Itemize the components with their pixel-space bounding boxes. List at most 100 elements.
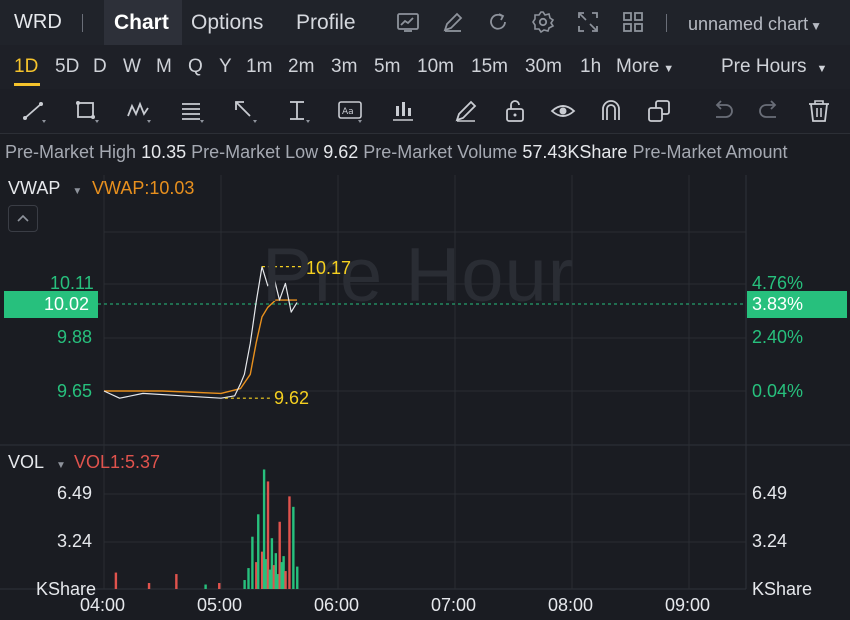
current-price-badge: 10.02 [4,291,98,318]
edit-icon[interactable] [441,10,465,34]
timeframe-1d[interactable]: 1D [14,56,38,78]
low-label: Pre-Market Low [191,142,319,162]
volume-bar [292,506,295,589]
high-label: Pre-Market High [5,142,137,162]
tab-chart-label: Chart [114,11,169,34]
timeframe-q[interactable]: Q [188,56,203,78]
x-axis-label: 07:00 [431,595,477,615]
redo-icon[interactable] [757,98,783,124]
session-label: Pre Hours [721,56,807,77]
volume-value: 57.43KShare [522,142,628,162]
unlock-icon[interactable] [502,98,528,124]
caret-down-icon: ▼ [56,460,66,471]
timeframe-1h[interactable]: 1h [580,56,601,78]
amount-label: Pre-Market Amount [632,142,788,162]
timeframe-30m[interactable]: 30m [525,56,562,78]
text-tool-icon[interactable]: Aa [337,98,363,124]
divider [82,14,83,32]
vol-indicator-toggle[interactable]: VOL ▼ [8,452,66,473]
chart-name-label: unnamed chart [688,14,809,34]
pen-icon[interactable] [453,98,479,124]
high-marker-label: 10.17 [306,258,352,278]
pct-axis-label-right: 2.40% [752,327,804,347]
chart-name-dropdown[interactable]: unnamed chart ▼ [688,14,822,35]
tab-profile[interactable]: Profile [296,11,356,35]
x-axis-label: 04:00 [80,595,126,615]
pattern-tool-icon[interactable] [126,98,152,124]
timeframe-2m[interactable]: 2m [288,56,314,78]
fibonacci-tool-icon[interactable] [179,98,205,124]
x-axis-label: 08:00 [548,595,594,615]
more-label: More [616,56,660,77]
rectangle-tool-icon[interactable] [74,98,100,124]
price-axis-label-left: 9.88 [57,327,93,347]
volume-bar [296,566,299,589]
volume-bar [288,496,291,589]
caret-down-icon: ▼ [663,63,675,75]
timeframe-d[interactable]: D [93,56,107,78]
current-price-value: 10.02 [44,294,90,314]
low-value: 9.62 [323,142,359,162]
session-dropdown[interactable]: Pre Hours ▼ [721,56,827,78]
eye-icon[interactable] [550,98,576,124]
current-pct-badge: 3.83% [747,291,847,318]
active-timeframe-indicator [14,83,40,86]
vol-indicator-name: VOL [8,452,45,472]
vol-axis-label-left: 3.24 [57,531,93,551]
volume-bar [114,572,118,589]
volume-bar [147,583,151,589]
vol-value: VOL1:5.37 [74,452,161,472]
gear-icon[interactable] [531,10,555,34]
arrow-tool-icon[interactable] [232,98,258,124]
chevron-up-icon [17,214,29,222]
layout-grid-icon[interactable] [621,10,645,34]
divider [666,14,667,32]
timeframe-5m[interactable]: 5m [374,56,400,78]
timeframe-w[interactable]: W [123,56,141,78]
x-axis-label: 05:00 [197,595,243,615]
timeframe-3m[interactable]: 3m [331,56,357,78]
timeframe-10m[interactable]: 10m [417,56,454,78]
low-marker-label: 9.62 [274,388,310,408]
timeframe-y[interactable]: Y [219,56,232,78]
x-axis-label: 06:00 [314,595,360,615]
timeframe-5d[interactable]: 5D [55,56,79,78]
vwap-value: VWAP:10.03 [92,178,195,198]
magnet-icon[interactable] [598,98,624,124]
volume-bar [257,514,260,589]
pre-market-info-bar: Pre-Market High 10.35 Pre-Market Low 9.6… [0,134,850,172]
volume-bar [175,574,178,589]
high-value: 10.35 [141,142,187,162]
caret-down-icon: ▼ [810,19,822,33]
x-axis-label: 09:00 [665,595,711,615]
trash-icon[interactable] [806,98,832,124]
ticker-symbol[interactable]: WRD [14,11,62,34]
volume-bar [218,583,221,589]
fullscreen-icon[interactable] [576,10,600,34]
pct-axis-label-right: 0.04% [752,381,804,401]
tab-chart[interactable]: Chart [104,0,182,45]
measure-tool-icon[interactable] [285,98,311,124]
timeframe-more[interactable]: More ▼ [616,56,674,78]
shapes-icon[interactable] [646,98,672,124]
tab-options[interactable]: Options [191,11,263,35]
undo-icon[interactable] [709,98,735,124]
volume-bar [251,536,254,589]
price-axis-label-left: 9.65 [57,381,93,401]
indicator-tool-icon[interactable] [390,98,416,124]
timeframe-15m[interactable]: 15m [471,56,508,78]
vwap-indicator-name: VWAP [8,178,61,198]
svg-text:Aa: Aa [342,107,354,117]
vol-axis-label-right: 3.24 [752,531,788,551]
timeframe-1m[interactable]: 1m [246,56,272,78]
refresh-icon[interactable] [486,10,510,34]
timeframe-m[interactable]: M [156,56,172,78]
vol-axis-label-left: 6.49 [57,483,93,503]
collapse-button[interactable] [8,205,38,232]
chart-window-icon[interactable] [396,10,420,34]
vwap-indicator-toggle[interactable]: VWAP ▼ [8,178,82,199]
caret-down-icon: ▼ [816,63,828,75]
volume-bar [247,568,250,589]
volume-bar [204,584,207,589]
trend-line-tool-icon[interactable] [21,98,47,124]
